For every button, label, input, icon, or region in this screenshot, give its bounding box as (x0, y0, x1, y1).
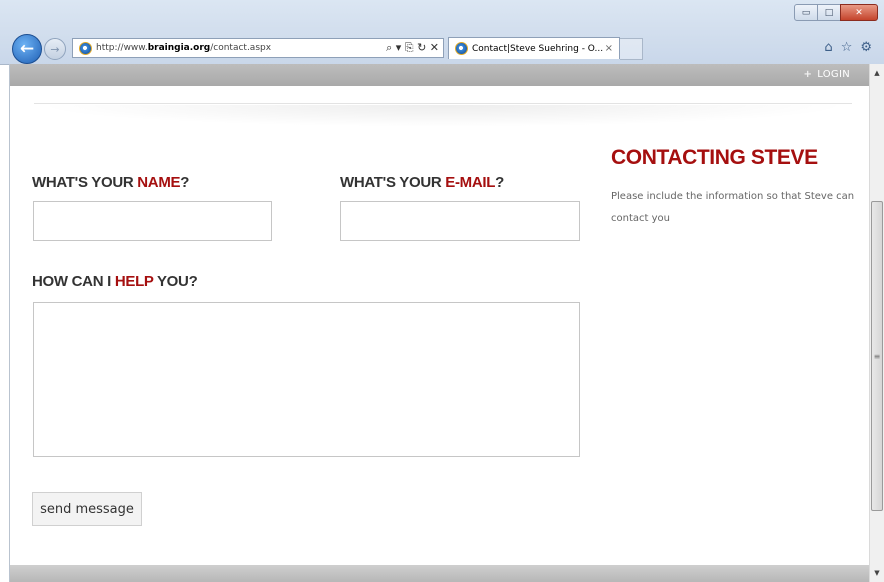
browser-chrome: ▭ □ ✕ ← → http://www.braingia.org/contac… (0, 0, 884, 65)
home-icon[interactable]: ⌂ (824, 40, 832, 55)
scrollbar-thumb[interactable]: ≡ (871, 201, 883, 511)
browser-toolbar-icons: ⌂ ☆ ⚙ (824, 40, 872, 55)
ie-page-icon (79, 41, 92, 55)
login-label: LOGIN (817, 69, 850, 80)
forward-button[interactable]: → (44, 38, 66, 60)
email-label-highlight: E-MAIL (445, 174, 496, 191)
tab-ie-icon (455, 42, 468, 55)
email-label-prefix: WHAT'S YOUR (340, 174, 446, 191)
site-top-bar: + LOGIN (10, 64, 870, 86)
url-text[interactable]: http://www.braingia.org/contact.aspx (96, 43, 271, 53)
maximize-button[interactable]: □ (817, 4, 841, 21)
plus-icon: + (803, 69, 813, 80)
name-label: WHAT'S YOUR NAME? (32, 174, 189, 191)
scroll-up-arrow-icon[interactable]: ▲ (870, 66, 884, 80)
name-input[interactable] (33, 201, 272, 241)
email-input[interactable] (340, 201, 580, 241)
url-prefix: http://www. (96, 43, 148, 53)
scroll-down-arrow-icon[interactable]: ▼ (870, 566, 884, 580)
name-label-prefix: WHAT'S YOUR (32, 174, 138, 191)
message-label-highlight: HELP (114, 273, 154, 290)
address-bar[interactable]: http://www.braingia.org/contact.aspx ⌕ ▾… (72, 38, 444, 58)
email-label-suffix: ? (495, 174, 504, 191)
send-message-button[interactable]: send message (32, 492, 142, 526)
url-path: /contact.aspx (210, 43, 272, 53)
login-link[interactable]: + LOGIN (804, 69, 850, 80)
tab-contact[interactable]: Contact|Steve Suehring - O... × (448, 37, 620, 59)
url-domain: braingia.org (147, 43, 211, 53)
back-button[interactable]: ← (12, 34, 42, 64)
message-label-prefix: HOW CAN I (32, 273, 115, 290)
back-arrow-icon: ← (19, 39, 35, 59)
vertical-scrollbar[interactable]: ▲ ≡ ▼ (869, 64, 884, 582)
close-window-button[interactable]: ✕ (840, 4, 878, 21)
scroll-grip-icon: ≡ (873, 351, 881, 361)
tab-title: Contact|Steve Suehring - O... (472, 43, 604, 54)
message-textarea[interactable] (33, 302, 580, 457)
email-label: WHAT'S YOUR E-MAIL? (340, 174, 504, 191)
forward-arrow-icon: → (50, 42, 60, 56)
favorites-star-icon[interactable]: ☆ (841, 40, 853, 55)
site-bottom-bar (10, 565, 870, 582)
window-controls: ▭ □ ✕ (794, 4, 878, 21)
sidebar-text: Please include the information so that S… (611, 191, 855, 224)
name-label-suffix: ? (180, 174, 190, 191)
name-label-highlight: NAME (137, 174, 181, 191)
tools-gear-icon[interactable]: ⚙ (860, 40, 872, 55)
new-tab-button[interactable] (620, 38, 643, 60)
address-actions-icons[interactable]: ⌕ ▾ ⎘ ↻ ✕ (386, 41, 439, 55)
divider-shadow (34, 105, 852, 127)
message-label-suffix: YOU? (153, 273, 198, 290)
message-label: HOW CAN I HELP YOU? (32, 273, 198, 290)
sidebar-title: CONTACTING STEVE (611, 146, 818, 169)
minimize-button[interactable]: ▭ (794, 4, 818, 21)
content-divider (34, 103, 852, 104)
page-content: + LOGIN WHAT'S YOUR NAME? WHAT'S YOUR E-M… (9, 64, 870, 582)
tab-close-icon[interactable]: × (605, 43, 613, 54)
